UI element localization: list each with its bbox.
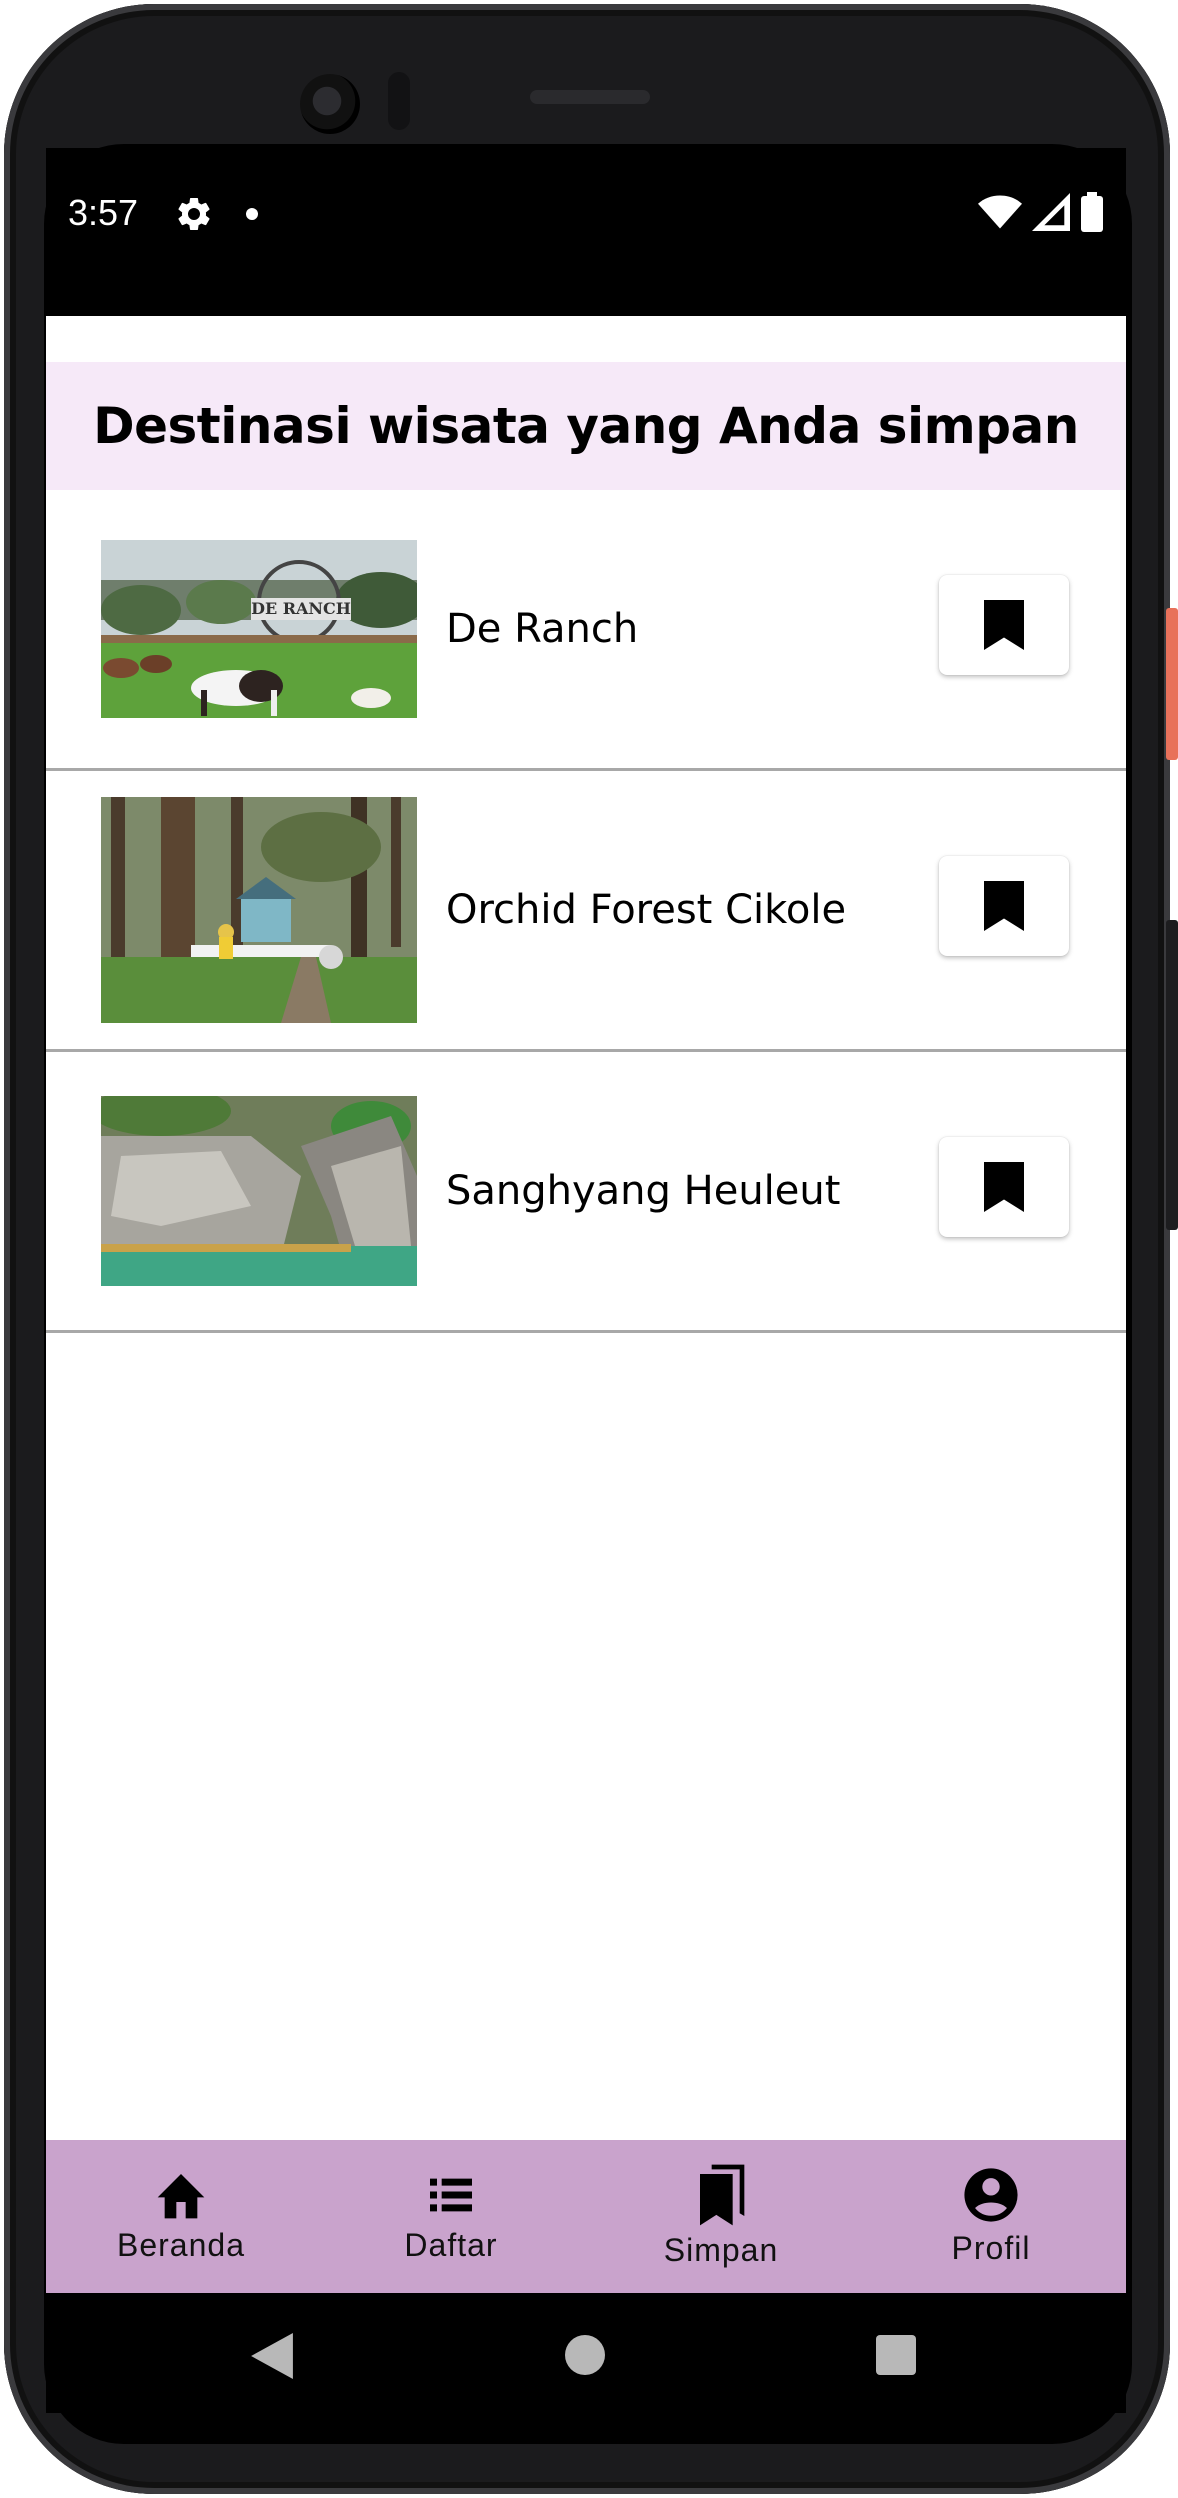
settings-gear-icon [174, 194, 214, 239]
volume-button [1166, 920, 1178, 1230]
battery-icon [1081, 192, 1103, 232]
account-circle-icon [964, 2168, 1018, 2222]
bottom-navigation: Beranda Daftar Simpan Profil [46, 2140, 1126, 2293]
power-button [1166, 608, 1178, 760]
svg-text:DE RANCH: DE RANCH [251, 599, 351, 618]
nav-label: Beranda [117, 2227, 245, 2263]
page-title: Destinasi wisata yang Anda simpan [93, 397, 1079, 455]
nav-item-beranda[interactable]: Beranda [46, 2140, 316, 2293]
page-header: Destinasi wisata yang Anda simpan [46, 362, 1126, 490]
proximity-sensor [388, 72, 410, 130]
bookmarks-icon [700, 2164, 745, 2226]
destination-name: Sanghyang Heuleut [446, 1168, 841, 1214]
bookmark-icon [984, 881, 1024, 931]
canyon-photo [101, 1096, 417, 1286]
nav-label: Daftar [404, 2227, 498, 2263]
status-time: 3:57 [68, 192, 139, 233]
list-item[interactable]: Sanghyang Heuleut [46, 1052, 1126, 1333]
forest-photo [101, 797, 417, 1023]
system-navigation-bar [46, 2293, 1126, 2413]
back-icon[interactable] [251, 2333, 293, 2379]
earpiece-speaker [530, 90, 650, 104]
bookmark-button[interactable] [939, 575, 1069, 675]
notification-dot-icon [246, 208, 258, 220]
list-item[interactable]: DE RANCH De Ranch [46, 490, 1126, 771]
wifi-icon [978, 195, 1022, 229]
bookmark-icon [984, 600, 1024, 650]
list-icon [430, 2178, 472, 2212]
cell-signal-icon [1032, 193, 1070, 231]
saved-list: DE RANCH De Ranch Orchid Forest Cikole S… [46, 490, 1126, 1333]
recent-apps-button[interactable] [876, 2335, 916, 2375]
nav-item-profil[interactable]: Profil [856, 2140, 1126, 2293]
ranch-photo: DE RANCH [101, 540, 417, 718]
bookmark-button[interactable] [939, 856, 1069, 956]
bookmark-icon [984, 1162, 1024, 1212]
front-camera [300, 74, 360, 134]
home-icon [157, 2174, 205, 2219]
nav-item-simpan[interactable]: Simpan [586, 2140, 856, 2293]
nav-label: Simpan [663, 2232, 779, 2268]
destination-name: Orchid Forest Cikole [446, 887, 847, 933]
list-item[interactable]: Orchid Forest Cikole [46, 771, 1126, 1052]
app-screen: 3:57 Destinasi wisata yang Anda simpan D… [46, 148, 1126, 2293]
destination-name: De Ranch [446, 606, 639, 652]
status-icons [978, 192, 1104, 232]
nav-item-daftar[interactable]: Daftar [316, 2140, 586, 2293]
bookmark-button[interactable] [939, 1137, 1069, 1237]
status-bar: 3:57 [46, 148, 1126, 316]
nav-label: Profil [951, 2230, 1031, 2266]
home-button[interactable] [565, 2335, 605, 2375]
